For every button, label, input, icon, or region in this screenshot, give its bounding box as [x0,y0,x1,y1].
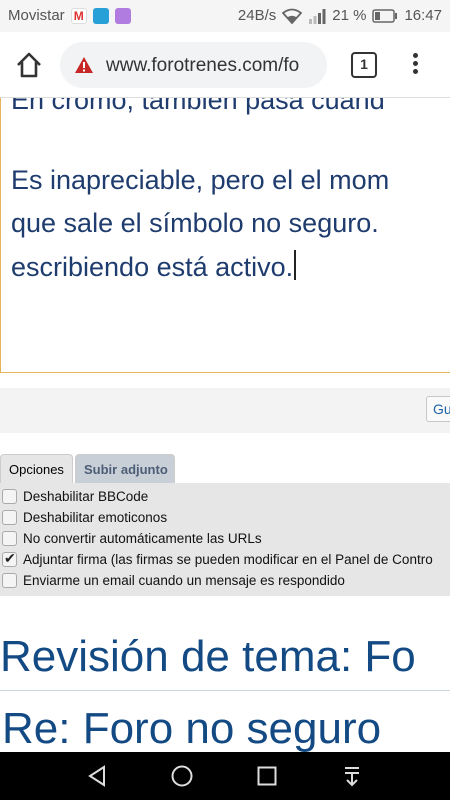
option-label: No convertir automáticamente las URLs [23,531,262,546]
options-panel: Deshabilitar BBCode Deshabilitar emotico… [0,483,450,596]
wifi-icon [282,8,303,24]
editor-line: Es inapreciable, pero el el mom [11,165,390,195]
option-disable-smilies[interactable]: Deshabilitar emoticonos [0,507,167,528]
signal-icon [309,8,326,24]
circle-home-icon[interactable] [170,764,194,788]
tab-opciones[interactable]: Opciones [0,454,73,483]
battery-icon [372,8,398,23]
browser-toolbar: www.forotrenes.com/fo 1 [0,32,450,98]
app-notification-icon [92,7,109,24]
reply-subject-heading[interactable]: Re: Foro no seguro [2,704,381,754]
option-no-magic-urls[interactable]: No convertir automáticamente las URLs [0,528,262,549]
checkbox[interactable] [2,531,17,546]
option-label: Adjuntar firma (las firmas se pueden mod… [23,552,433,567]
square-recents-icon[interactable] [255,764,279,788]
data-rate: 24B/s [237,7,277,24]
gmail-icon: M [70,7,87,24]
checkbox[interactable] [2,573,17,588]
gallery-notification-icon [114,7,131,24]
message-textarea[interactable]: En cromo, también pasa cuand Es inapreci… [0,98,450,373]
warning-icon[interactable] [74,56,94,74]
topic-review-heading: Revisión de tema: Fo [0,632,416,681]
option-disable-bbcode[interactable]: Deshabilitar BBCode [0,486,148,507]
checkbox[interactable] [2,489,17,504]
back-icon[interactable] [86,764,110,788]
status-left: Movistar M [8,7,131,24]
address-bar[interactable]: www.forotrenes.com/fo [60,42,327,88]
option-attach-signature[interactable]: Adjuntar firma (las firmas se pueden mod… [0,549,433,570]
tab-subir-adjunto[interactable]: Subir adjunto [75,454,175,483]
editor-line: escribiendo está activo. [11,252,294,282]
option-label: Deshabilitar emoticonos [23,510,168,525]
carrier-name: Movistar [8,7,65,24]
home-icon[interactable] [14,50,44,80]
screen: Movistar M 24B/s 21 % 16:47 www.forotren… [0,0,450,800]
clock: 16:47 [404,7,442,24]
checkbox[interactable] [2,510,17,525]
url-text[interactable]: www.forotrenes.com/fo [106,55,299,77]
option-label: Deshabilitar BBCode [23,489,149,504]
form-actions-band [0,388,450,433]
checkbox-checked[interactable] [2,550,17,567]
android-nav-bar [0,752,450,800]
text-cursor [294,250,297,280]
tab-switcher-button[interactable]: 1 [351,52,377,78]
editor-last-line: escribiendo está activo. [11,248,297,286]
editor-line: En cromo, también pasa cuand [11,98,385,115]
kebab-menu-icon[interactable] [405,50,425,80]
option-label: Enviarme un email cuando un mensaje es r… [23,573,345,588]
option-notify-reply[interactable]: Enviarme un email cuando un mensaje es r… [0,570,345,591]
save-draft-button[interactable]: Gu [426,396,450,422]
status-right: 24B/s 21 % 16:47 [238,7,442,24]
notification-pull-icon[interactable] [340,764,364,788]
status-bar: Movistar M 24B/s 21 % 16:47 [0,0,450,32]
divider [0,690,450,691]
editor-line: que sale el símbolo no seguro. [11,208,379,238]
battery-percent: 21 % [332,7,367,24]
